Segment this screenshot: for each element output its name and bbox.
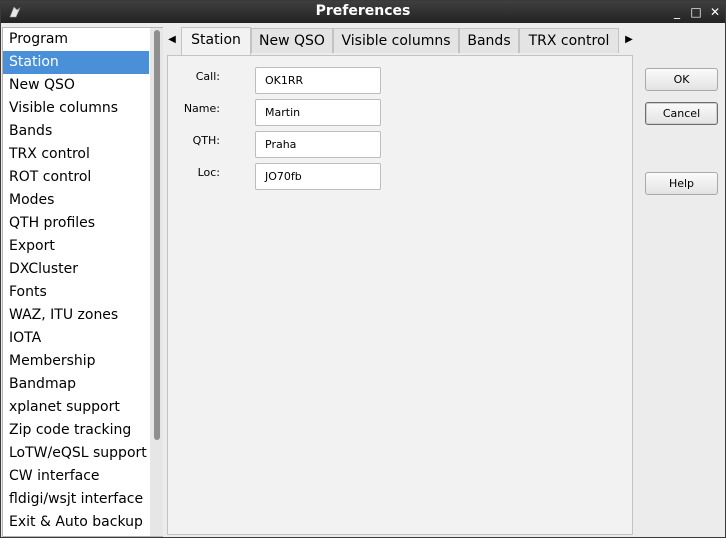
tab-scroll-left-icon[interactable]: ◀ — [165, 27, 179, 53]
sidebar-item-new-qso[interactable]: New QSO — [3, 74, 149, 97]
sidebar-item-fonts[interactable]: Fonts — [3, 281, 149, 304]
help-button[interactable]: Help — [645, 172, 718, 195]
sidebar-item-membership[interactable]: Membership — [3, 350, 149, 373]
tab-station[interactable]: Station — [181, 27, 251, 55]
sidebar-item-bandmap[interactable]: Bandmap — [3, 373, 149, 396]
preferences-window: Preferences _ □ ✕ Program Station New QS… — [0, 0, 726, 538]
close-icon[interactable]: ✕ — [707, 4, 723, 20]
qth-field[interactable]: Praha — [255, 131, 381, 158]
sidebar-item-dxcluster[interactable]: DXCluster — [3, 258, 149, 281]
tab-bar: ◀ Station New QSO Visible columns Bands … — [165, 27, 638, 55]
sidebar-item-cw-interface[interactable]: CW interface — [3, 465, 149, 488]
loc-field[interactable]: JO70fb — [255, 163, 381, 190]
call-label: Call: — [195, 70, 220, 83]
minimize-icon[interactable]: _ — [669, 4, 685, 20]
qth-label: QTH: — [192, 134, 220, 147]
station-tab-panel: Call: OK1RR Name: Martin QTH: Praha Loc:… — [167, 55, 633, 535]
sidebar-item-export[interactable]: Export — [3, 235, 149, 258]
category-items: Program Station New QSO Visible columns … — [3, 28, 149, 534]
sidebar-item-rot-control[interactable]: ROT control — [3, 166, 149, 189]
sidebar-scrollbar-thumb[interactable] — [154, 30, 160, 440]
title-bar[interactable]: Preferences _ □ ✕ — [1, 1, 725, 23]
sidebar-item-visible-columns[interactable]: Visible columns — [3, 97, 149, 120]
sidebar-item-program[interactable]: Program — [3, 28, 149, 51]
sidebar-item-zip-code-tracking[interactable]: Zip code tracking — [3, 419, 149, 442]
sidebar-item-iota[interactable]: IOTA — [3, 327, 149, 350]
tab-scroll-right-icon[interactable]: ▶ — [622, 27, 636, 53]
sidebar-item-modes[interactable]: Modes — [3, 189, 149, 212]
sidebar-item-lotw-eqsl-support[interactable]: LoTW/eQSL support — [3, 442, 149, 465]
tab-visible-columns[interactable]: Visible columns — [333, 28, 459, 53]
sidebar-item-exit-auto-backup[interactable]: Exit & Auto backup — [3, 511, 149, 534]
call-field[interactable]: OK1RR — [255, 67, 381, 94]
sidebar-item-station[interactable]: Station — [3, 51, 149, 74]
sidebar-item-trx-control[interactable]: TRX control — [3, 143, 149, 166]
ok-button[interactable]: OK — [645, 68, 718, 91]
name-label: Name: — [183, 102, 220, 115]
tab-new-qso[interactable]: New QSO — [251, 28, 333, 53]
sidebar-item-qth-profiles[interactable]: QTH profiles — [3, 212, 149, 235]
loc-label: Loc: — [197, 166, 220, 179]
sidebar-item-waz-itu-zones[interactable]: WAZ, ITU zones — [3, 304, 149, 327]
maximize-icon[interactable]: □ — [688, 4, 704, 20]
window-title: Preferences — [315, 3, 411, 19]
cancel-button[interactable]: Cancel — [645, 102, 718, 125]
name-field[interactable]: Martin — [255, 99, 381, 126]
tab-bands[interactable]: Bands — [459, 28, 519, 53]
category-list: Program Station New QSO Visible columns … — [2, 27, 163, 537]
tab-trx-control[interactable]: TRX control — [519, 28, 619, 53]
sidebar-item-xplanet-support[interactable]: xplanet support — [3, 396, 149, 419]
sidebar-item-bands[interactable]: Bands — [3, 120, 149, 143]
sidebar-item-fldigi-wsjt-interface[interactable]: fldigi/wsjt interface — [3, 488, 149, 511]
